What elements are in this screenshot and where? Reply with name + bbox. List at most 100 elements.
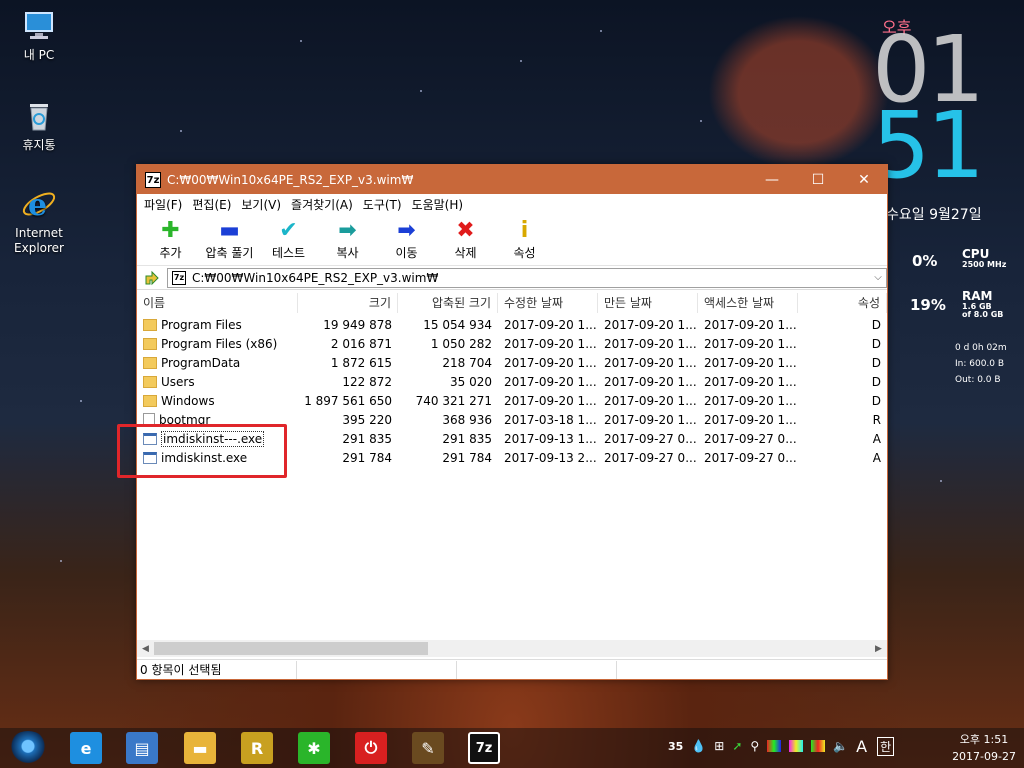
cell-created: 2017-09-27 0... — [604, 450, 697, 465]
file-name: Program Files — [161, 317, 242, 332]
cell-accessed: 2017-09-27 0... — [704, 450, 797, 465]
table-row[interactable]: ProgramData 1 872 615 218 704 2017-09-20 1.… — [137, 353, 887, 372]
table-row[interactable]: Users 122 872 35 020 2017-09-20 1... 2017-09… — [137, 372, 887, 391]
cpu-percent: 0% — [912, 252, 938, 270]
taskbar-r-app-icon[interactable]: R — [241, 732, 273, 764]
net-uptime: 0 d 0h 02m — [955, 343, 1007, 353]
column-accessed[interactable]: 액세스한 날짜 — [698, 293, 798, 313]
ram-label: RAM — [962, 289, 993, 303]
table-row[interactable]: Program Files (x86) 2 016 871 1 050 282 201… — [137, 334, 887, 353]
menu-file[interactable]: 파일(F) — [139, 196, 187, 213]
folder-icon — [143, 318, 157, 331]
cell-modified: 2017-09-13 1... — [504, 431, 597, 446]
cell-created: 2017-09-20 1... — [604, 355, 697, 370]
toolbar-label: 이동 — [395, 246, 418, 260]
column-attributes[interactable]: 속성 — [798, 293, 887, 313]
network-icon[interactable]: ⊞ — [714, 739, 724, 753]
cell-attributes: D — [871, 336, 881, 351]
net-out: Out: 0.0 B — [955, 375, 1001, 385]
cell-created: 2017-09-20 1... — [604, 317, 697, 332]
scroll-left-icon[interactable]: ◀ — [137, 644, 154, 654]
desktop-icon-recycle-bin[interactable]: 휴지통 — [4, 98, 74, 153]
ram-meter: 19% — [910, 296, 946, 314]
temperature-icon[interactable]: 35 — [668, 740, 683, 753]
menu-favorites[interactable]: 즐겨찾기(A) — [286, 196, 358, 213]
toolbar-button-check[interactable]: ✔ 테스트 — [259, 214, 318, 265]
cell-attributes: D — [871, 355, 881, 370]
desktop-icon-internet-explorer[interactable]: e Internet Explorer — [4, 186, 74, 256]
address-dropdown-icon[interactable]: ⌵ — [870, 272, 886, 283]
toolbar-label: 속성 — [513, 246, 536, 260]
up-folder-button[interactable] — [137, 267, 167, 289]
cell-accessed: 2017-09-27 0... — [704, 431, 797, 446]
cell-accessed: 2017-09-20 1... — [704, 355, 797, 370]
toolbar-button-info[interactable]: i 속성 — [495, 214, 554, 265]
address-bar: 7z C:₩00₩Win10x64PE_RS2_EXP_v3.wim₩ ⌵ — [137, 266, 887, 290]
taskbar-green-app-icon[interactable]: ✱ — [298, 732, 330, 764]
menu-help[interactable]: 도움말(H) — [407, 196, 469, 213]
title-bar[interactable]: 7z C:₩00₩Win10x64PE_RS2_EXP_v3.wim₩ — ☐ … — [137, 165, 887, 194]
maximize-button[interactable]: ☐ — [795, 165, 841, 194]
taskbar-7zip-icon[interactable]: 7z — [468, 732, 500, 764]
taskbar-file-explorer-icon[interactable]: ▬ — [184, 732, 216, 764]
cell-modified: 2017-09-20 1... — [504, 393, 597, 408]
list-header: 이름 크기 압축된 크기 수정한 날짜 만든 날짜 액세스한 날짜 속성 — [137, 291, 887, 315]
toolbar-button-plus[interactable]: ✚ 추가 — [141, 214, 200, 265]
address-field[interactable]: 7z C:₩00₩Win10x64PE_RS2_EXP_v3.wim₩ ⌵ — [167, 267, 887, 288]
taskbar-power-app-icon[interactable]: ⏻ — [355, 732, 387, 764]
close-button[interactable]: ✕ — [841, 165, 887, 194]
cell-attributes: D — [871, 317, 881, 332]
ime-indicator[interactable]: 한 — [877, 736, 895, 756]
column-size[interactable]: 크기 — [298, 293, 398, 313]
taskbar-clock[interactable]: 오후 1:51 2017-09-27 — [952, 731, 1016, 765]
cell-modified: 2017-09-20 1... — [504, 374, 597, 389]
language-indicator[interactable]: A — [856, 737, 867, 756]
column-packed-size[interactable]: 압축된 크기 — [398, 293, 498, 313]
column-created[interactable]: 만든 날짜 — [598, 293, 698, 313]
monitor-icon-2[interactable] — [789, 740, 804, 752]
table-row[interactable]: Windows 1 897 561 650 740 321 271 2017-09-2… — [137, 391, 887, 410]
connection-icon[interactable]: ➚ — [732, 739, 742, 753]
7zip-app-icon: 7z — [145, 171, 161, 188]
column-modified[interactable]: 수정한 날짜 — [498, 293, 598, 313]
7zip-window: 7z C:₩00₩Win10x64PE_RS2_EXP_v3.wim₩ — ☐ … — [136, 164, 888, 680]
toolbar-button-delete-x[interactable]: ✖ 삭제 — [436, 214, 495, 265]
monitor-icon-3[interactable] — [811, 740, 826, 752]
info-icon: i — [520, 217, 529, 243]
menu-tools[interactable]: 도구(T) — [358, 196, 407, 213]
cell-size: 1 897 561 650 — [304, 393, 392, 408]
cell-accessed: 2017-09-20 1... — [704, 393, 797, 408]
volume-icon[interactable]: 🔈 — [833, 739, 848, 753]
horizontal-scrollbar[interactable]: ◀ ▶ — [137, 640, 887, 657]
folder-icon — [143, 375, 157, 388]
cell-packed-size: 291 835 — [442, 431, 492, 446]
cell-created: 2017-09-20 1... — [604, 393, 697, 408]
copy-arrow-icon: ➡ — [338, 217, 357, 243]
desktop-icon-label: Internet Explorer — [14, 226, 64, 255]
water-drop-icon[interactable]: 💧 — [691, 739, 706, 753]
table-row[interactable]: Program Files 19 949 878 15 054 934 2017-09… — [137, 315, 887, 334]
ie-icon: e — [21, 186, 57, 223]
toolbar-button-copy-arrow[interactable]: ➡ 복사 — [318, 214, 377, 265]
scroll-thumb[interactable] — [154, 642, 428, 655]
taskbar-paint-app-icon[interactable]: ✎ — [412, 732, 444, 764]
column-name[interactable]: 이름 — [137, 293, 298, 313]
taskbar-notepad-icon[interactable]: ▤ — [126, 732, 158, 764]
toolbar-label: 테스트 — [271, 246, 306, 260]
minimize-button[interactable]: — — [749, 165, 795, 194]
cell-packed-size: 740 321 271 — [415, 393, 492, 408]
toolbar-button-move-arrow[interactable]: ➡ 이동 — [377, 214, 436, 265]
desktop-icon-my-pc[interactable]: 내 PC — [4, 8, 74, 63]
cell-created: 2017-09-27 0... — [604, 431, 697, 446]
toolbar-button-minus[interactable]: ▬ 압축 풀기 — [200, 214, 259, 265]
start-button[interactable] — [8, 731, 48, 765]
cell-name: Users — [137, 375, 298, 389]
monitor-icon-1[interactable] — [767, 740, 782, 752]
scroll-track[interactable] — [154, 641, 870, 656]
taskbar-internet-explorer-icon[interactable]: e — [70, 732, 102, 764]
usb-icon[interactable]: ⚲ — [750, 739, 759, 753]
scroll-right-icon[interactable]: ▶ — [870, 644, 887, 654]
menu-view[interactable]: 보기(V) — [236, 196, 286, 213]
taskbar-date: 2017-09-27 — [952, 750, 1016, 763]
menu-edit[interactable]: 편집(E) — [187, 196, 236, 213]
